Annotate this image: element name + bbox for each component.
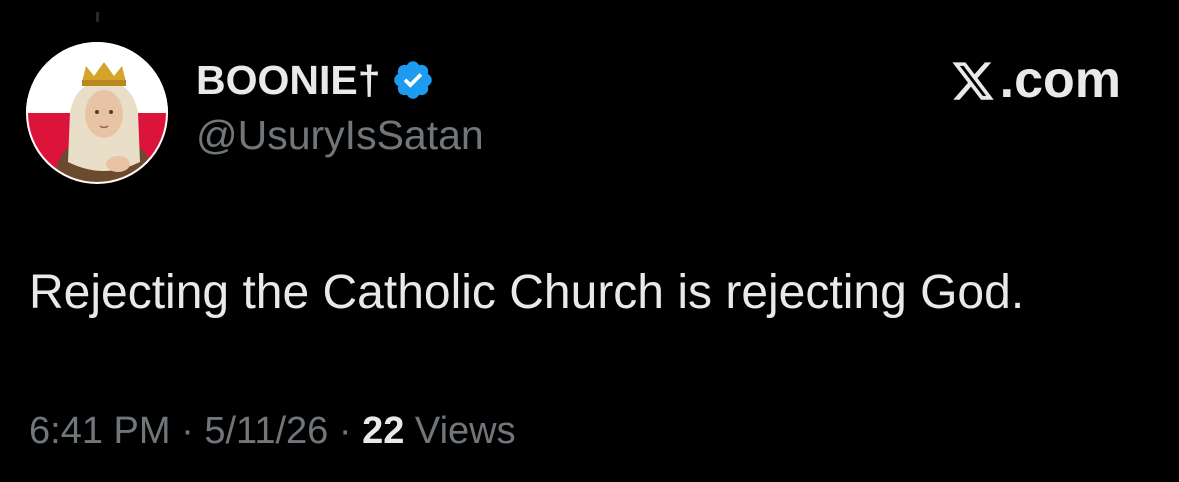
x-logo-icon	[950, 57, 996, 103]
verified-badge-icon	[391, 58, 435, 102]
meta-separator: ·	[181, 410, 194, 452]
handle[interactable]: @UsuryIsSatan	[196, 112, 484, 159]
tweet-text: Rejecting the Catholic Church is rejecti…	[29, 266, 1025, 319]
author-block: BOONIE† @UsuryIsSatan	[196, 54, 484, 159]
avatar[interactable]	[26, 42, 168, 184]
tweet-date[interactable]: 5/11/26	[204, 410, 328, 452]
top-indicator	[96, 12, 99, 22]
tweet-time[interactable]: 6:41 PM	[29, 410, 171, 452]
brand-x-com: .com	[950, 50, 1121, 110]
views-label: Views	[414, 410, 516, 452]
avatar-image	[26, 42, 168, 184]
name-row: BOONIE†	[196, 54, 484, 106]
views-count[interactable]: 22	[362, 410, 404, 452]
tweet-meta: 6:41 PM · 5/11/26 · 22 Views	[29, 410, 516, 453]
brand-label: .com	[999, 51, 1121, 109]
display-name[interactable]: BOONIE†	[196, 57, 381, 104]
meta-separator: ·	[338, 410, 352, 452]
tweet-card: BOONIE† @UsuryIsSatan .com Rejecting the…	[0, 0, 1179, 482]
